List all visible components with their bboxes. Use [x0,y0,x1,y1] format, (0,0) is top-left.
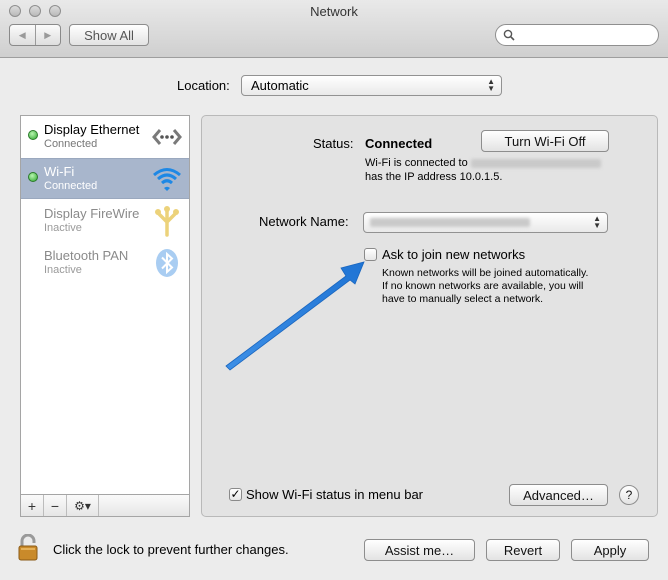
status-dot [28,130,38,140]
show-all-button[interactable]: Show All [69,24,149,46]
show-wifi-status-label: Show Wi-Fi status in menu bar [246,487,424,502]
show-wifi-status-checkbox[interactable]: ✓ [229,488,242,501]
back-button[interactable]: ◀ [10,25,35,45]
window-title: Network [310,4,358,19]
service-state: Connected [44,180,98,192]
service-name: Display Ethernet [44,122,140,137]
connection-info-line1: Wi-Fi is connected to [365,157,468,169]
service-list: Display Ethernet Connected Wi-Fi Connect… [20,115,190,517]
status-label: Status: [313,136,354,151]
checkmark-icon: ✓ [230,487,241,501]
redacted-network-name [470,158,601,168]
service-item-display-firewire[interactable]: Display FireWire Inactive [21,200,189,241]
search-icon [503,29,515,41]
ethernet-icon [152,129,182,145]
service-name: Wi-Fi [44,164,75,179]
status-dot [28,172,38,182]
redacted-network-name [370,218,530,227]
help-line: If no known networks are available, you … [382,280,584,292]
popup-arrows-icon: ▲ ▼ [593,214,601,230]
connection-info: Wi-Fi is connected to [365,157,601,169]
title-bar: Network ◀ ▶ Show All [0,0,668,58]
revert-button[interactable]: Revert [486,539,560,561]
service-state: Connected [44,138,98,150]
service-state: Inactive [44,222,82,234]
location-value: Automatic [251,78,309,93]
service-actions-gear-icon[interactable]: ⚙▾ [67,495,99,516]
lock-icon[interactable] [17,534,39,562]
network-name-popup[interactable]: ▲ ▼ [363,212,608,233]
turn-wifi-off-button[interactable]: Turn Wi-Fi Off [481,130,609,152]
network-name-label: Network Name: [259,214,349,229]
ask-to-join-label: Ask to join new networks [382,247,526,262]
back-forward-control: ◀ ▶ [9,24,61,46]
forward-button[interactable]: ▶ [34,25,61,45]
popup-arrows-icon: ▲ ▼ [487,77,495,93]
add-service-button[interactable]: + [21,495,44,516]
lock-message: Click the lock to prevent further change… [53,542,289,557]
service-item-bluetooth-pan[interactable]: Bluetooth PAN Inactive [21,242,189,283]
location-label: Location: [177,78,230,93]
wifi-icon [153,168,181,191]
service-item-display-ethernet[interactable]: Display Ethernet Connected [21,116,189,157]
service-name: Bluetooth PAN [44,248,129,263]
service-state: Inactive [44,264,82,276]
remove-service-button[interactable]: − [44,495,67,516]
ask-to-join-checkbox[interactable] [364,248,377,261]
service-name: Display FireWire [44,206,140,221]
help-line: Known networks will be joined automatica… [382,267,589,279]
help-button[interactable]: ? [619,485,639,505]
status-value: Connected [365,136,433,151]
location-popup[interactable]: Automatic ▲ ▼ [241,75,502,96]
advanced-button[interactable]: Advanced… [509,484,608,506]
service-list-controls: + − ⚙▾ [21,494,189,516]
service-item-wifi[interactable]: Wi-Fi Connected [21,158,189,199]
bluetooth-icon [156,249,178,277]
help-line: have to manually select a network. [382,293,544,305]
firewire-icon [155,206,179,237]
ask-to-join-help: Known networks will be joined automatica… [382,267,588,306]
search-field[interactable] [495,24,659,46]
assist-me-button[interactable]: Assist me… [364,539,475,561]
connection-info-line2: has the IP address 10.0.1.5. [365,171,503,183]
wifi-detail-panel: Status: Connected Turn Wi-Fi Off Wi-Fi i… [201,115,658,517]
apply-button[interactable]: Apply [571,539,649,561]
